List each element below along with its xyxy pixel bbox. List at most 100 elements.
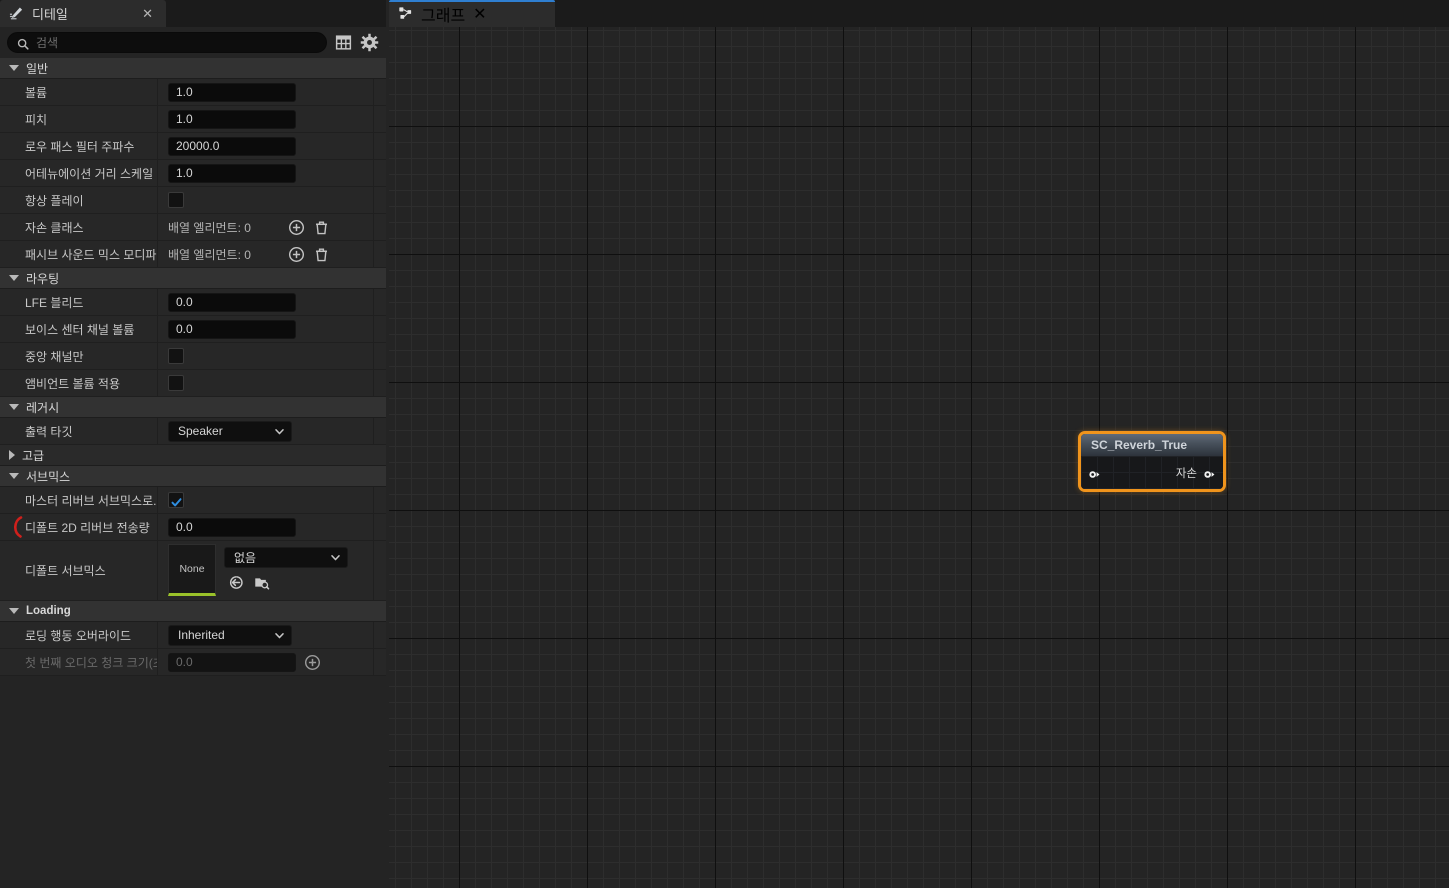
property-label: 어테뉴에이션 거리 스케일 [0, 160, 158, 186]
voice-center-volume-input[interactable]: 0.0 [168, 319, 296, 339]
property-label: 볼륨 [0, 79, 158, 105]
delete-trash-icon[interactable] [313, 246, 330, 263]
property-row-loading-behavior-override[interactable]: 로딩 행동 오버라이드 Inherited [0, 622, 386, 649]
pitch-input[interactable]: 1.0 [168, 109, 296, 129]
column-divider [373, 160, 374, 186]
output-pin-icon[interactable] [1203, 467, 1216, 478]
property-row-default-submix[interactable]: 디폴트 서브믹스 None 없음 [0, 541, 386, 601]
loading-behavior-value: Inherited [178, 628, 225, 642]
settings-gear-icon[interactable] [360, 33, 379, 52]
center-channel-only-checkbox[interactable] [168, 348, 184, 364]
close-icon[interactable]: ✕ [139, 7, 156, 20]
close-icon[interactable]: ✕ [473, 4, 486, 24]
tab-details[interactable]: 디테일 ✕ [0, 0, 166, 27]
red-arc-marker-icon [10, 516, 24, 538]
browse-to-asset-icon[interactable] [253, 574, 270, 591]
graph-canvas[interactable]: SC_Reverb_True 자손 [389, 27, 1449, 888]
property-label: 중앙 채널만 [0, 343, 158, 369]
attenuation-scale-input[interactable]: 1.0 [168, 163, 296, 183]
search-field-wrapper[interactable] [7, 32, 327, 53]
add-circle-icon[interactable] [304, 654, 321, 671]
output-pin-label: 자손 [1175, 467, 1197, 480]
details-tabstrip: 디테일 ✕ [0, 0, 386, 27]
column-divider [373, 106, 374, 132]
loading-behavior-dropdown[interactable]: Inherited [168, 624, 292, 646]
section-header-loading[interactable]: Loading [0, 601, 386, 622]
add-circle-icon[interactable] [288, 246, 305, 263]
property-row-volume[interactable]: 볼륨 1.0 [0, 79, 386, 106]
column-divider [373, 316, 374, 342]
array-element-count: 배열 엘리먼트: 0 [168, 220, 251, 235]
default-2d-reverb-send-input[interactable]: 0.0 [168, 517, 296, 537]
property-label: 디폴트 서브믹스 [0, 541, 158, 600]
column-divider [373, 418, 374, 444]
add-circle-icon[interactable] [288, 219, 305, 236]
default-submix-thumbnail[interactable]: None [168, 544, 216, 596]
property-row-apply-ambient-volumes[interactable]: 앰비언트 볼륨 적용 [0, 370, 386, 397]
lowpass-frequency-input[interactable]: 20000.0 [168, 136, 296, 156]
tab-graph[interactable]: 그래프 ✕ [389, 0, 555, 27]
property-row-send-to-master-reverb-submix[interactable]: 마스터 리버브 서브믹스로... [0, 487, 386, 514]
lfe-bleed-input[interactable]: 0.0 [168, 292, 296, 312]
apply-ambient-volumes-checkbox[interactable] [168, 375, 184, 391]
property-value: 1.0 [158, 79, 386, 105]
reset-to-default-icon[interactable] [228, 574, 245, 591]
property-label: 로우 패스 필터 주파수 [0, 133, 158, 159]
property-row-output-target[interactable]: 출력 타깃 Speaker [0, 418, 386, 445]
column-divider [373, 649, 374, 675]
default-submix-value: 없음 [234, 551, 257, 565]
property-row-center-channel-only[interactable]: 중앙 채널만 [0, 343, 386, 370]
section-header-routing[interactable]: 라우팅 [0, 268, 386, 289]
column-divider [373, 622, 374, 648]
property-value [158, 343, 386, 369]
output-target-dropdown[interactable]: Speaker [168, 420, 292, 442]
property-value: 0.0 [158, 514, 386, 540]
section-header-submix[interactable]: 서브믹스 [0, 466, 386, 487]
property-label: 패시브 사운드 믹스 모디파... [0, 241, 158, 267]
master-reverb-submix-checkbox[interactable] [168, 492, 184, 508]
property-label: 자손 클래스 [0, 214, 158, 240]
default-submix-dropdown[interactable]: 없음 [224, 547, 348, 568]
property-row-lowpass-filter-frequency[interactable]: 로우 패스 필터 주파수 20000.0 [0, 133, 386, 160]
volume-input[interactable]: 1.0 [168, 82, 296, 102]
property-row-attenuation-distance-scale[interactable]: 어테뉴에이션 거리 스케일 1.0 [0, 160, 386, 187]
tab-graph-label: 그래프 [421, 7, 466, 25]
input-pin-group[interactable] [1088, 467, 1101, 478]
graph-node-body: 자손 [1081, 456, 1223, 489]
asset-action-buttons [224, 574, 348, 591]
graph-node-sc-reverb-true[interactable]: SC_Reverb_True 자손 [1078, 431, 1226, 492]
chevron-down-icon [274, 630, 285, 641]
property-value: 0.0 [158, 289, 386, 315]
property-value: 0.0 [158, 316, 386, 342]
property-row-passive-sound-mix-modifiers[interactable]: 패시브 사운드 믹스 모디파... 배열 엘리먼트: 0 [0, 241, 386, 268]
property-row-lfe-bleed[interactable]: LFE 블리드 0.0 [0, 289, 386, 316]
column-divider [373, 370, 374, 396]
property-row-child-classes[interactable]: 자손 클래스 배열 엘리먼트: 0 [0, 214, 386, 241]
chevron-down-icon [9, 473, 19, 479]
search-input[interactable] [36, 35, 317, 50]
graph-nodes-icon [398, 6, 413, 21]
property-value: 20000.0 [158, 133, 386, 159]
section-header-general[interactable]: 일반 [0, 58, 386, 79]
property-label: 로딩 행동 오버라이드 [0, 622, 158, 648]
section-header-legacy[interactable]: 레거시 [0, 397, 386, 418]
grid-view-icon[interactable] [334, 33, 353, 52]
property-row-pitch[interactable]: 피치 1.0 [0, 106, 386, 133]
property-label: LFE 블리드 [0, 289, 158, 315]
property-value: 1.0 [158, 160, 386, 186]
output-pin-group[interactable]: 자손 [1176, 465, 1216, 481]
section-title: 레거시 [26, 400, 60, 415]
chevron-right-icon [9, 450, 15, 460]
property-row-always-play[interactable]: 항상 플레이 [0, 187, 386, 214]
graph-tabstrip: 그래프 ✕ [389, 0, 1449, 27]
input-pin-icon[interactable] [1088, 467, 1101, 478]
property-value: 0.0 [158, 649, 386, 675]
delete-trash-icon[interactable] [313, 219, 330, 236]
property-row-voice-center-channel-volume[interactable]: 보이스 센터 채널 볼륨 0.0 [0, 316, 386, 343]
property-value: 배열 엘리먼트: 0 [158, 214, 386, 240]
property-row-default-2d-reverb-send-amount[interactable]: 디폴트 2D 리버브 전송량 0.0 [0, 514, 386, 541]
asset-picker-controls: 없음 [224, 541, 348, 591]
always-play-checkbox[interactable] [168, 192, 184, 208]
details-panel: 디테일 ✕ 검색 일반 볼륨 1.0 피치 1.0 로우 패스 필터 주파수 2… [0, 0, 386, 888]
section-header-advanced[interactable]: 고급 [0, 445, 386, 466]
